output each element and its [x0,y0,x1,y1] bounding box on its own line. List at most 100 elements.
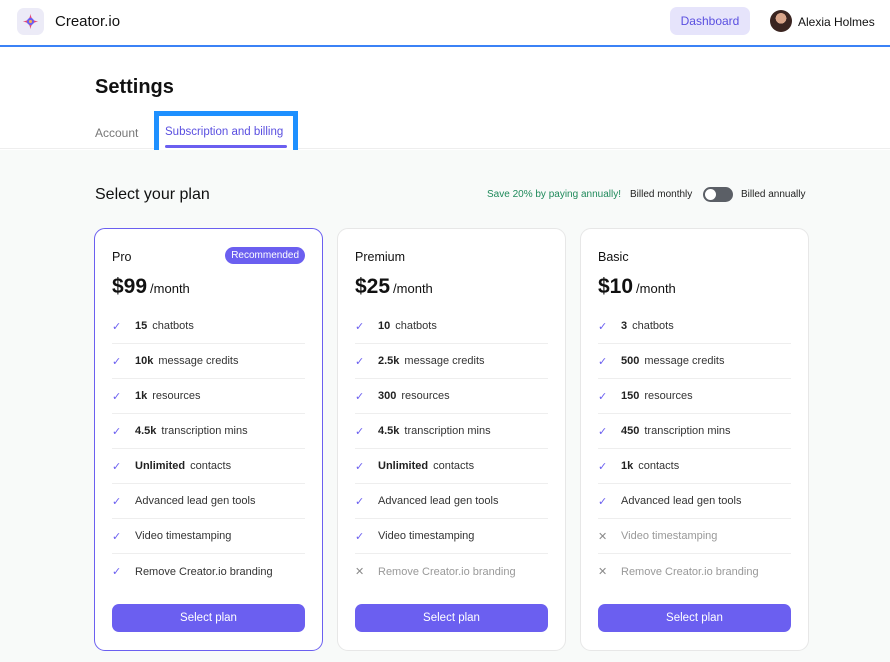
check-icon: ✓ [112,390,122,403]
feature-value: 1k [621,460,634,472]
price-amount: $25 [355,275,391,298]
price-period: /month [636,281,676,296]
price-period: /month [150,281,190,296]
feature-value: Unlimited [135,460,186,472]
check-icon: ✓ [112,566,122,578]
feature-label: transcription mins [644,425,731,437]
feature-label: chatbots [632,320,674,332]
feature-label: Remove Creator.io branding [621,565,759,578]
feature-label: transcription mins [404,425,491,437]
feature-value: Unlimited [378,460,429,472]
feature-item: ✓ 150 resources [598,379,791,414]
check-icon: ✓ [355,425,365,438]
check-icon: ✓ [598,320,608,333]
plan-name: Basic [598,250,629,264]
check-icon: ✓ [355,530,365,543]
check-icon: ✓ [112,355,122,368]
check-icon: ✓ [598,460,608,473]
check-icon: ✓ [598,425,608,438]
feature-label: contacts [433,460,475,472]
plan-price: $10/month [598,275,676,299]
feature-item: ✓ 10 chatbots [355,309,548,344]
billed-annually-label: Billed annually [741,189,806,200]
billing-toggle[interactable] [703,187,733,202]
check-icon: ✓ [112,320,122,333]
x-icon: ✕ [598,566,608,578]
check-icon: ✓ [112,495,122,508]
avatar[interactable] [770,10,792,32]
feature-label: Video timestamping [135,530,232,542]
feature-value: 300 [378,390,397,402]
recommended-badge: Recommended [225,247,305,264]
feature-item: ✕ Remove Creator.io branding [598,554,791,589]
x-icon: ✕ [355,566,365,578]
feature-label: chatbots [152,320,194,332]
top-bar: Creator.io Dashboard Alexia Holmes [0,0,890,47]
active-tab-indicator [165,145,287,148]
feature-item: ✓ Advanced lead gen tools [112,484,305,519]
feature-value: 10 [378,320,391,332]
feature-value: 10k [135,355,154,367]
billed-monthly-label: Billed monthly [630,189,693,200]
feature-value: 1k [135,390,148,402]
feature-label: resources [644,390,693,402]
select-plan-button[interactable]: Select plan [112,604,305,632]
feature-value: 500 [621,355,640,367]
feature-label: Video timestamping [621,530,718,542]
feature-label: Advanced lead gen tools [378,495,499,507]
feature-value: 150 [621,390,640,402]
page-title: Settings [95,76,174,98]
user-name[interactable]: Alexia Holmes [798,15,875,29]
feature-item: ✓ 500 message credits [598,344,791,379]
feature-label: resources [401,390,450,402]
feature-item: ✕ Video timestamping [598,519,791,554]
check-icon: ✓ [112,530,122,543]
plan-card-premium: Premium $25/month ✓ 10 chatbots ✓ 2.5k messag… [337,228,566,651]
feature-value: 450 [621,425,640,437]
feature-value: 4.5k [135,425,157,437]
check-icon: ✓ [598,390,608,403]
toggle-knob [705,189,716,200]
check-icon: ✓ [112,460,122,473]
app-logo[interactable] [17,8,44,35]
select-plan-button[interactable]: Select plan [598,604,791,632]
feature-label: Advanced lead gen tools [135,495,256,507]
feature-label: Advanced lead gen tools [621,495,742,507]
feature-list: ✓ 3 chatbots ✓ 500 message credits ✓ 150 resourc… [598,309,791,589]
feature-item: ✕ Remove Creator.io branding [355,554,548,589]
check-icon: ✓ [355,460,365,473]
plan-card-pro: Pro Recommended $99/month ✓ 15 chatbots ✓ 10… [94,228,323,651]
feature-item: ✓ 450 transcription mins [598,414,791,449]
feature-label: Remove Creator.io branding [378,565,516,578]
plan-price: $25/month [355,275,433,299]
check-icon: ✓ [355,320,365,333]
feature-item: ✓ Video timestamping [112,519,305,554]
tab-label: Subscription and billing [165,126,284,138]
price-amount: $99 [112,275,148,298]
price-amount: $10 [598,275,634,298]
check-icon: ✓ [598,495,608,508]
feature-item: ✓ Unlimited contacts [112,449,305,484]
feature-item: ✓ Advanced lead gen tools [355,484,548,519]
check-icon: ✓ [112,425,122,438]
tab-account[interactable]: Account [95,126,138,140]
brand-name: Creator.io [55,13,121,30]
select-plan-button[interactable]: Select plan [355,604,548,632]
feature-label: Remove Creator.io branding [135,565,273,578]
check-icon: ✓ [355,355,365,368]
plan-price: $99/month [112,275,190,299]
feature-value: 3 [621,320,628,332]
feature-value: 2.5k [378,355,400,367]
feature-item: ✓ 2.5k message credits [355,344,548,379]
feature-list: ✓ 10 chatbots ✓ 2.5k message credits ✓ 300 resou… [355,309,548,589]
feature-label: transcription mins [161,425,248,437]
save-note: Save 20% by paying annually! [487,189,621,200]
feature-label: contacts [190,460,232,472]
feature-value: 15 [135,320,148,332]
price-period: /month [393,281,433,296]
logo-icon [22,13,39,30]
feature-item: ✓ Remove Creator.io branding [112,554,305,589]
feature-item: ✓ 300 resources [355,379,548,414]
dashboard-button[interactable]: Dashboard [670,7,750,35]
plan-name: Pro [112,250,132,264]
